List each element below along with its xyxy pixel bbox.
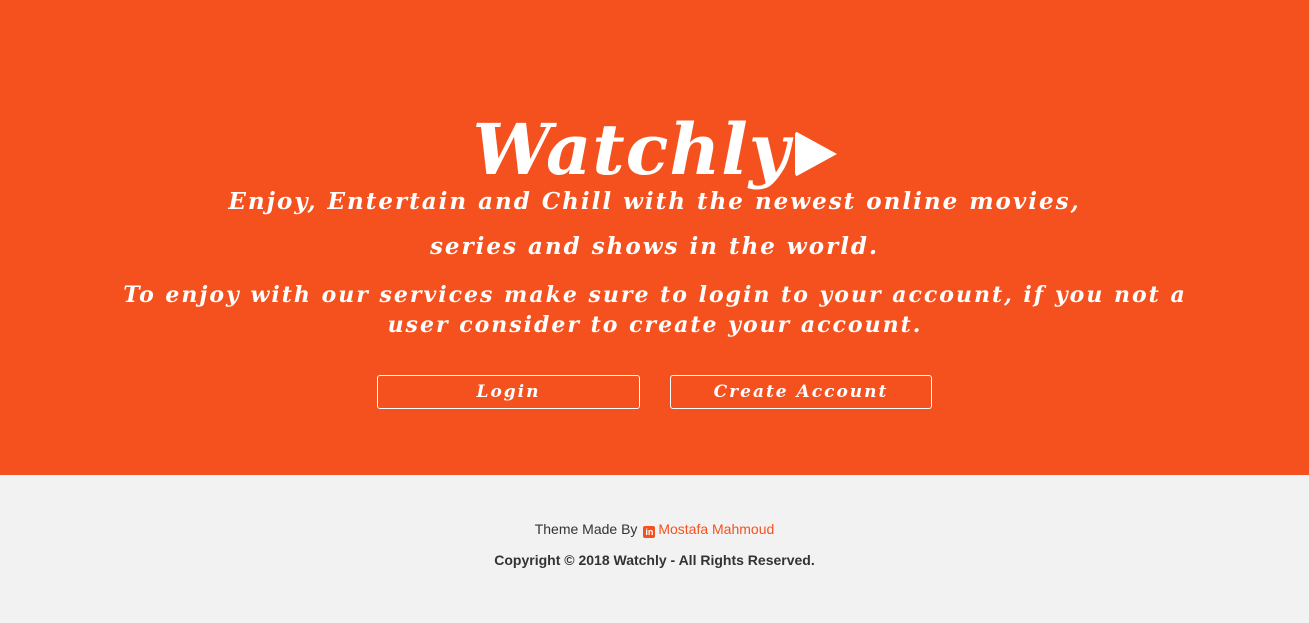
login-notice: To enjoy with our services make sure to …: [123, 282, 1187, 338]
linkedin-icon: in: [643, 526, 656, 538]
credit-prefix: Theme Made By: [534, 521, 638, 537]
logo-text: Watchly: [472, 108, 791, 191]
tagline-line-1: Enjoy, Entertain and Chill with the newe…: [228, 188, 1081, 215]
hero-section: Watchly Enjoy, Entertain and Chill with …: [0, 0, 1309, 475]
footer: Theme Made By in Mostafa Mahmoud Copyrigh…: [0, 475, 1309, 623]
create-account-button[interactable]: Create Account: [670, 375, 932, 409]
theme-credit: Theme Made By in Mostafa Mahmoud: [0, 521, 1309, 538]
copyright: Copyright © 2018 Watchly - All Rights Re…: [494, 552, 815, 568]
author-name: Mostafa Mahmoud: [658, 521, 775, 537]
author-link[interactable]: in Mostafa Mahmoud: [641, 521, 775, 538]
login-button[interactable]: Login: [377, 375, 640, 409]
logo: Watchly: [0, 100, 1309, 200]
play-icon: [794, 131, 837, 177]
tagline-line-2: series and shows in the world.: [429, 233, 880, 260]
